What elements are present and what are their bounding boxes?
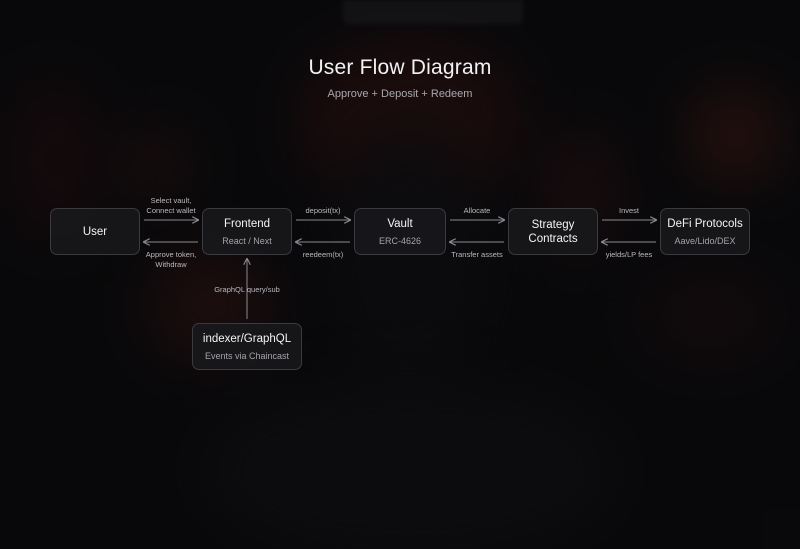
node-defi-protocols: DeFi Protocols Aave/Lido/DEX <box>660 208 750 255</box>
node-defi-title: DeFi Protocols <box>667 218 743 230</box>
node-user: User <box>50 208 140 255</box>
node-indexer-title: indexer/GraphQL <box>202 333 292 345</box>
edge-label-strategy-to-vault: Transfer assets <box>451 250 503 259</box>
node-indexer-subtitle: Events via Chaincast <box>204 351 290 361</box>
edge-label-frontend-to-user: Approve token, Withdraw <box>145 250 197 269</box>
node-vault-title: Vault <box>387 218 413 230</box>
node-strategy-title-line2: Contracts <box>528 232 578 245</box>
edge-label-user-to-frontend: Select vault, Connect wallet <box>146 196 196 215</box>
edge-label-vault-to-frontend: reedeem(tx) <box>302 250 344 259</box>
flow-arrows <box>0 0 800 319</box>
edge-label-vault-to-strategy: Allocate <box>463 206 491 215</box>
node-indexer-graphql: indexer/GraphQL Events via Chaincast <box>192 323 302 370</box>
node-vault-subtitle: ERC-4626 <box>378 236 422 246</box>
edge-label-defi-to-strategy: yields/LP fees <box>605 250 653 259</box>
node-frontend: Frontend React / Next <box>202 208 292 255</box>
node-defi-subtitle: Aave/Lido/DEX <box>674 236 736 246</box>
edge-label-indexer-to-frontend: GraphQL query/sub <box>214 285 280 294</box>
node-vault: Vault ERC-4626 <box>354 208 446 255</box>
edge-label-strategy-to-defi: Invest <box>618 206 640 215</box>
node-strategy-title-line1: Strategy <box>531 218 575 231</box>
node-strategy-contracts: Strategy Contracts <box>508 208 598 255</box>
node-frontend-title: Frontend <box>223 218 271 230</box>
node-frontend-subtitle: React / Next <box>222 236 272 246</box>
edge-label-frontend-to-vault: deposit(tx) <box>305 206 341 215</box>
node-user-title: User <box>82 225 108 238</box>
